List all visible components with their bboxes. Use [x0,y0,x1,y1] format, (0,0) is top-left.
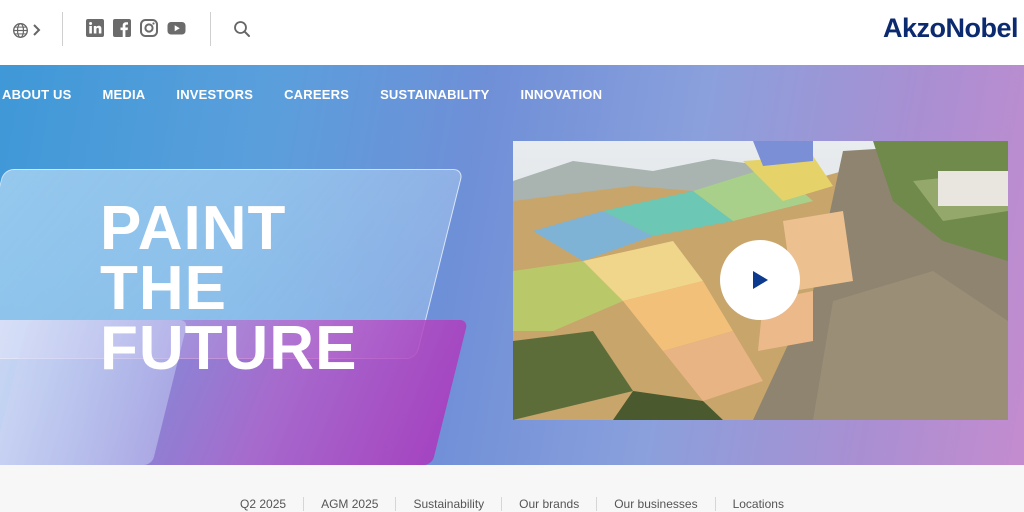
headline-line-2: THE [100,254,227,323]
youtube-icon[interactable] [167,19,186,37]
divider [210,12,211,46]
page: AkzoNobel ABOUT US MEDIA INVESTORS CAREE… [0,0,1024,512]
hero-headline: PAINT THE FUTURE [100,194,358,383]
facebook-icon[interactable] [113,19,131,37]
logo-text: AkzoNobel [882,12,1019,43]
nav-item-careers[interactable]: CAREERS [284,87,349,102]
search-icon[interactable] [233,20,251,38]
social-links [86,19,186,37]
headline-line-3: FUTURE [100,314,358,383]
quick-links: Q2 2025 AGM 2025 Sustainability Our bran… [0,497,1024,511]
nav-item-sustainability[interactable]: SUSTAINABILITY [380,87,489,102]
nav-item-investors[interactable]: INVESTORS [176,87,253,102]
top-bar: AkzoNobel [0,0,1024,65]
nav-item-innovation[interactable]: INNOVATION [521,87,603,102]
linkedin-icon[interactable] [86,19,104,37]
main-nav: ABOUT US MEDIA INVESTORS CAREERS SUSTAIN… [2,87,602,102]
quick-link-sustainability[interactable]: Sustainability [395,497,501,511]
divider [62,12,63,46]
nav-item-media[interactable]: MEDIA [103,87,146,102]
chevron-right-icon [33,24,41,36]
hero-video[interactable] [513,141,1008,420]
quick-link-locations[interactable]: Locations [714,497,801,511]
quick-link-agm-2025[interactable]: AGM 2025 [303,497,395,511]
globe-icon [13,22,28,38]
akzonobel-logo[interactable]: AkzoNobel [882,10,1019,46]
quick-link-our-brands[interactable]: Our brands [501,497,596,511]
hero-banner: ABOUT US MEDIA INVESTORS CAREERS SUSTAIN… [0,65,1024,465]
quick-links-bar: Q2 2025 AGM 2025 Sustainability Our bran… [0,465,1024,512]
instagram-icon[interactable] [140,19,158,37]
play-icon [753,271,768,289]
language-selector[interactable] [12,20,44,40]
nav-item-about-us[interactable]: ABOUT US [2,87,72,102]
play-button[interactable] [720,240,800,320]
quick-link-our-businesses[interactable]: Our businesses [596,497,714,511]
headline-line-1: PAINT [100,194,287,263]
quick-link-q2-2025[interactable]: Q2 2025 [223,497,303,511]
